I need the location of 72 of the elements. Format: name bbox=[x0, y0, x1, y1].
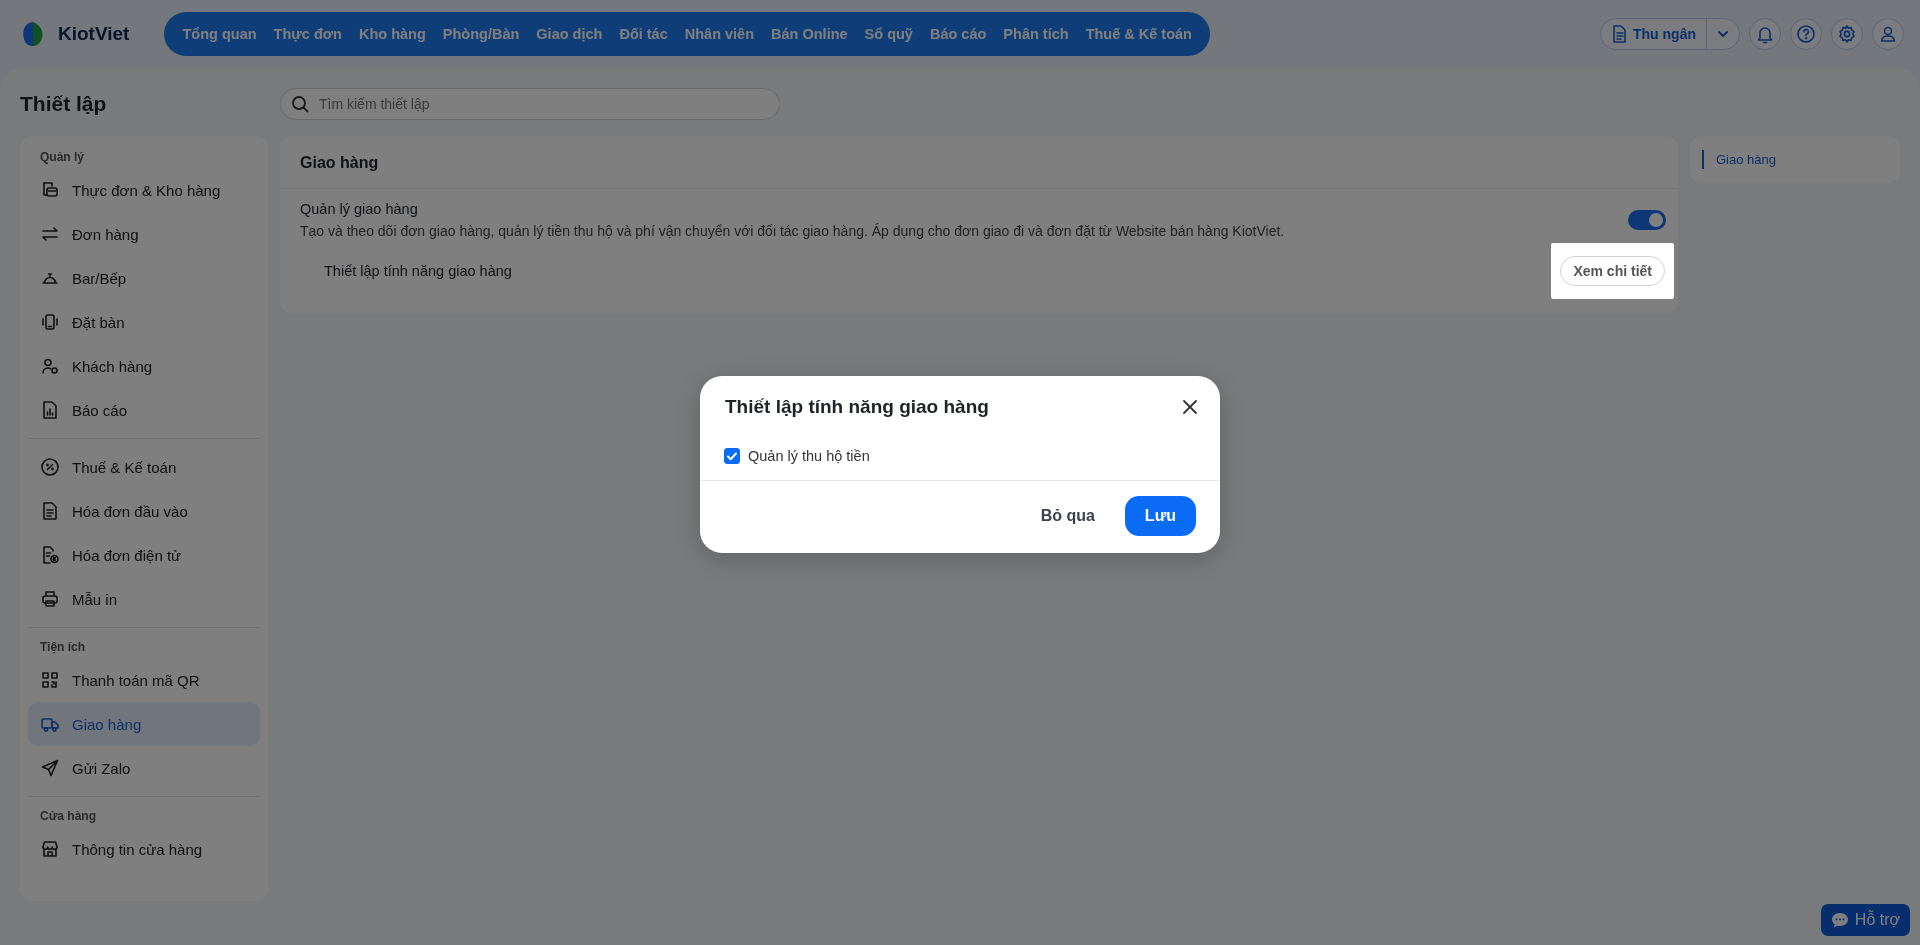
nav-link[interactable]: Thực đơn bbox=[265, 26, 351, 42]
support-button[interactable]: Hỗ trợ bbox=[1820, 904, 1910, 936]
sidebar-item[interactable]: Bar/Bếp bbox=[28, 256, 260, 300]
sidebar-item[interactable]: Thanh toán mã QR bbox=[28, 658, 260, 702]
view-details-button[interactable]: Xem chi tiết bbox=[1560, 256, 1665, 286]
nav-link[interactable]: Nhân viên bbox=[676, 26, 763, 42]
checkmark-icon bbox=[726, 450, 738, 462]
help-icon bbox=[1796, 24, 1816, 44]
report-icon bbox=[40, 400, 60, 420]
nav-link[interactable]: Thuế & Kế toán bbox=[1077, 26, 1201, 42]
notification-button[interactable] bbox=[1749, 18, 1781, 50]
user-badge-icon bbox=[40, 356, 60, 376]
nav-link[interactable]: Tổng quan bbox=[174, 26, 266, 42]
stack-icon bbox=[40, 180, 60, 200]
user-icon bbox=[1878, 24, 1898, 44]
nav-link[interactable]: Báo cáo bbox=[921, 26, 995, 42]
vibrating-phone-icon bbox=[40, 312, 60, 332]
paper-plane-icon bbox=[40, 758, 60, 778]
setting-description: Tạo và theo dõi đơn giao hàng, quản lý tiền thu hộ và phí vận chuyển với đối tác giao hàng. Áp dụng cho đơn giao đi và đơn đặt từ Website bán hàng KiotViet. bbox=[300, 223, 1286, 239]
search-icon bbox=[291, 95, 309, 113]
nav-link[interactable]: Đối tác bbox=[610, 26, 677, 42]
outline-link[interactable]: Giao hàng bbox=[1702, 150, 1900, 169]
caret-icon bbox=[1717, 30, 1729, 38]
page-title: Thiết lập bbox=[20, 92, 108, 116]
close-icon bbox=[1180, 397, 1200, 417]
percent-icon bbox=[40, 457, 60, 477]
store-icon bbox=[40, 839, 60, 859]
section-title: Giao hàng bbox=[280, 136, 1678, 189]
nav-link[interactable]: Sổ quỹ bbox=[856, 26, 922, 42]
nav-link[interactable]: Kho hàng bbox=[350, 26, 435, 42]
section-label: Tiện ích bbox=[39, 639, 87, 656]
cashier-button[interactable]: Thu ngân bbox=[1601, 19, 1707, 49]
swap-arrows-icon bbox=[40, 224, 60, 244]
section-label: Quản lý bbox=[39, 149, 85, 166]
toggle-switch[interactable] bbox=[1628, 210, 1666, 230]
settings-button[interactable] bbox=[1831, 18, 1863, 50]
printer-icon bbox=[40, 589, 60, 609]
checkbox-label[interactable]: Quản lý thu hộ tiền bbox=[748, 448, 870, 464]
settings-icon bbox=[1837, 24, 1857, 44]
sidebar-item[interactable]: Báo cáo bbox=[28, 388, 260, 432]
brand-name: KiotViet bbox=[58, 23, 130, 45]
e-invoice-icon bbox=[40, 545, 60, 565]
sidebar-item[interactable]: Gửi Zalo bbox=[28, 746, 260, 790]
nav-link[interactable]: Bán Online bbox=[762, 26, 857, 42]
save-button[interactable]: Lưu bbox=[1124, 496, 1196, 536]
setting-label: Thiết lập tính năng giao hàng bbox=[324, 263, 512, 279]
sidebar-item[interactable]: Giao hàng bbox=[28, 702, 260, 746]
sidebar-item[interactable]: Khách hàng bbox=[28, 344, 260, 388]
sidebar-item[interactable]: Hóa đơn điện tử bbox=[28, 533, 260, 577]
search-field[interactable]: Tìm kiếm thiết lập bbox=[280, 88, 780, 120]
account-button[interactable] bbox=[1872, 18, 1904, 50]
sidebar-item[interactable]: Thông tin cửa hàng bbox=[28, 827, 260, 871]
nav-link[interactable]: Phòng/Bàn bbox=[434, 26, 528, 42]
nav-link[interactable]: Phân tích bbox=[994, 26, 1078, 42]
sidebar-item[interactable]: Hóa đơn đầu vào bbox=[28, 489, 260, 533]
sidebar-item[interactable]: Mẫu in bbox=[28, 577, 260, 621]
help-button[interactable] bbox=[1790, 18, 1822, 50]
sidebar-item[interactable]: Đặt bàn bbox=[28, 300, 260, 344]
section-label: Cửa hàng bbox=[39, 808, 98, 825]
bell-icon bbox=[1755, 24, 1775, 44]
chat-bubble-icon bbox=[1830, 911, 1849, 929]
close-button[interactable] bbox=[1180, 397, 1200, 417]
setting-title: Quản lý giao hàng bbox=[300, 201, 419, 217]
sidebar-item[interactable]: Thực đơn & Kho hàng bbox=[28, 168, 260, 212]
nav-link[interactable]: Giao dịch bbox=[527, 26, 611, 42]
dialog-title: Thiết lập tính năng giao hàng bbox=[725, 396, 989, 418]
sidebar-item[interactable]: Đơn hàng bbox=[28, 212, 260, 256]
document-icon bbox=[40, 501, 60, 521]
document-icon bbox=[1611, 25, 1627, 43]
qr-code-icon bbox=[40, 670, 60, 690]
checkbox[interactable] bbox=[724, 448, 740, 464]
sidebar-item[interactable]: Thuế & Kế toán bbox=[28, 445, 260, 489]
